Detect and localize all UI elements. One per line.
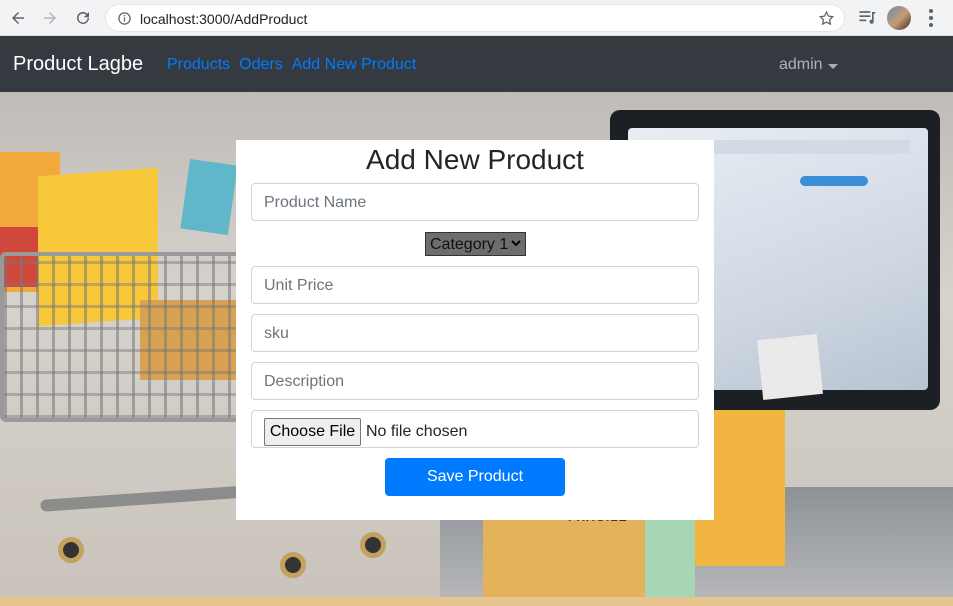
product-name-placeholder: Product Name (264, 194, 367, 211)
info-icon[interactable] (117, 11, 132, 26)
description-placeholder: Description (264, 373, 345, 390)
cart-wheel-graphic (280, 552, 306, 578)
page-title: Add New Product (366, 144, 584, 175)
category-selected-value: Category 1 (430, 236, 509, 253)
star-icon[interactable] (818, 10, 835, 27)
add-product-card: Add New Product Product Name Category 1 … (236, 140, 714, 520)
screen-button-graphic (800, 176, 868, 186)
sku-placeholder: sku (264, 325, 289, 342)
more-menu-icon[interactable] (925, 9, 937, 27)
shopping-bag-graphic (757, 334, 823, 400)
app-navbar: Product Lagbe Products Oders Add New Pro… (0, 36, 953, 92)
nav-link-orders[interactable]: Oders (239, 56, 283, 74)
nav-link-add-product[interactable]: Add New Product (292, 56, 417, 74)
unit-price-input[interactable]: Unit Price (251, 266, 699, 304)
nav-link-products[interactable]: Products (167, 56, 230, 74)
image-file-input: Choose File No file chosen (251, 410, 699, 448)
url-text: localhost:3000/AddProduct (140, 11, 308, 27)
choose-file-button[interactable]: Choose File (264, 418, 361, 446)
file-status-text: No file chosen (366, 423, 468, 440)
floor-graphic (0, 597, 953, 606)
shopping-cart-graphic (0, 252, 250, 422)
cart-wheel-graphic (360, 532, 386, 558)
nav-links: Products Oders Add New Product (167, 56, 416, 74)
back-arrow-icon[interactable] (6, 6, 30, 30)
user-name: admin (779, 56, 823, 73)
forward-arrow-icon[interactable] (38, 6, 62, 30)
cart-wheel-graphic (58, 537, 84, 563)
browser-toolbar: localhost:3000/AddProduct (0, 0, 953, 36)
brand-logo[interactable]: Product Lagbe (13, 53, 143, 76)
user-dropdown[interactable]: admin (779, 56, 838, 74)
address-bar[interactable]: localhost:3000/AddProduct (105, 4, 845, 32)
save-product-button[interactable]: Save Product (385, 458, 565, 496)
reload-icon[interactable] (71, 6, 95, 30)
product-name-input[interactable]: Product Name (251, 183, 699, 221)
profile-avatar[interactable] (887, 6, 911, 30)
shopping-bag-graphic (180, 159, 238, 235)
playlist-icon[interactable] (857, 7, 877, 27)
chevron-down-icon (511, 240, 521, 247)
unit-price-placeholder: Unit Price (264, 277, 334, 294)
category-select[interactable]: Category 1 (425, 232, 526, 256)
caret-down-icon (827, 63, 838, 69)
sku-input[interactable]: sku (251, 314, 699, 352)
description-input[interactable]: Description (251, 362, 699, 400)
